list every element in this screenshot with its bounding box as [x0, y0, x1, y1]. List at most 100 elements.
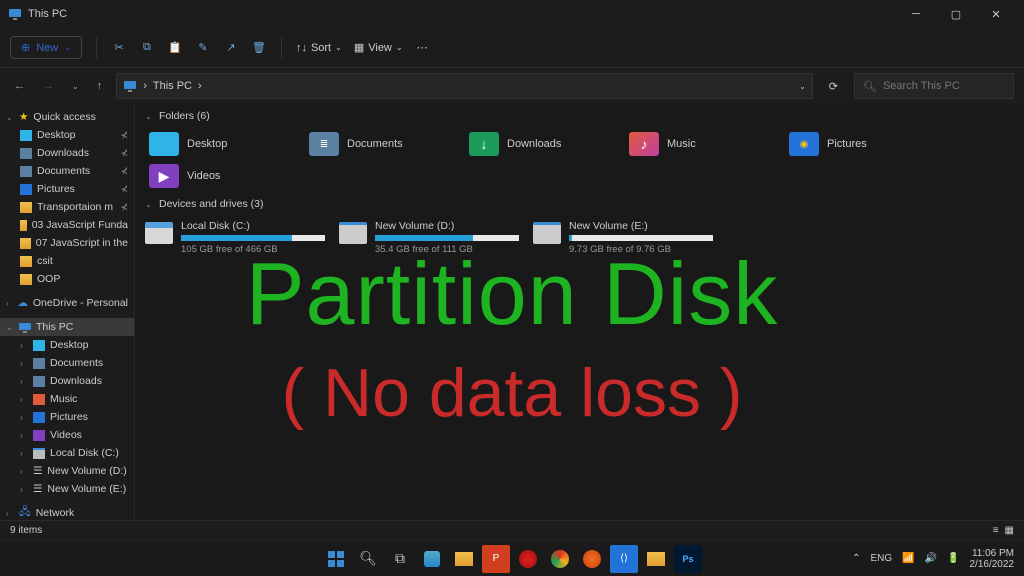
delete-icon[interactable]: 🗑: [251, 41, 267, 54]
sidebar-item-downloads[interactable]: Downloads⊀: [0, 144, 134, 162]
system-tray: ⌃ ENG 📶 🔊 🔋 11:06 PM 2/16/2022: [852, 548, 1024, 570]
sidebar-onedrive[interactable]: ›☁OneDrive - Personal: [0, 294, 134, 312]
search-icon: 🔍︎: [863, 80, 877, 93]
drive-c[interactable]: Local Disk (C:) 105 GB free of 466 GB: [145, 220, 325, 255]
sidebar-item-desktop[interactable]: Desktop⊀: [0, 126, 134, 144]
cut-icon[interactable]: ✂: [111, 41, 127, 54]
search-input[interactable]: 🔍︎ Search This PC: [854, 73, 1014, 99]
close-button[interactable]: ✕: [976, 0, 1016, 28]
window-title: This PC: [28, 8, 67, 20]
sidebar-item-documents[interactable]: Documents⊀: [0, 162, 134, 180]
address-bar: ← → ⌄ ↑ › This PC › ⌄ ⟳ 🔍︎ Search This P…: [0, 68, 1024, 104]
tray-chevron-icon[interactable]: ⌃: [852, 553, 860, 564]
chevron-down-icon[interactable]: ⌄: [799, 82, 806, 91]
explorer-icon[interactable]: [450, 545, 478, 573]
chevron-right-icon: ›: [6, 299, 12, 308]
title-bar: This PC ─ ▢ ✕: [0, 0, 1024, 28]
this-pc-icon: [123, 79, 137, 93]
sidebar-item-pictures[interactable]: ›Pictures: [0, 408, 134, 426]
sidebar-item-pictures[interactable]: Pictures⊀: [0, 180, 134, 198]
chrome-icon[interactable]: [546, 545, 574, 573]
explorer-icon[interactable]: [642, 545, 670, 573]
forward-button[interactable]: →: [39, 78, 58, 94]
search-button[interactable]: 🔍︎: [354, 545, 382, 573]
folder-videos[interactable]: ▶Videos: [145, 160, 305, 192]
rename-icon[interactable]: ✎: [195, 41, 211, 54]
new-button[interactable]: ⊕ New ⌄: [10, 36, 82, 59]
chevron-down-icon: ⌄: [6, 323, 14, 332]
widgets-button[interactable]: [418, 545, 446, 573]
folder-documents[interactable]: ≣Documents: [305, 128, 465, 160]
view-tiles-icon[interactable]: ▦: [1005, 525, 1014, 536]
sort-button[interactable]: ↑↓Sort⌄: [296, 42, 342, 54]
taskbar: 🔍︎ ⧉ P ⟨⟩ Ps ⌃ ENG 📶 🔊 🔋 11:06 PM 2/16/2…: [0, 540, 1024, 576]
cloud-icon: ☁: [17, 297, 28, 309]
sidebar-item-folder[interactable]: 03 JavaScript Funda: [0, 216, 134, 234]
refresh-button[interactable]: ⟳: [823, 78, 844, 95]
volume-icon[interactable]: 🔊: [925, 553, 937, 564]
drive-e[interactable]: New Volume (E:) 9.73 GB free of 9.76 GB: [533, 220, 713, 255]
maximize-button[interactable]: ▢: [936, 0, 976, 28]
powerpoint-icon[interactable]: P: [482, 545, 510, 573]
sidebar: ⌄ ★ Quick access Desktop⊀ Downloads⊀ Doc…: [0, 104, 135, 544]
photoshop-icon[interactable]: Ps: [674, 545, 702, 573]
chevron-down-icon: ⌄: [145, 200, 153, 209]
star-icon: ★: [19, 111, 28, 123]
sidebar-item-folder[interactable]: csit: [0, 252, 134, 270]
sidebar-item-music[interactable]: ›Music: [0, 390, 134, 408]
language-indicator[interactable]: ENG: [870, 553, 892, 564]
back-button[interactable]: ←: [10, 78, 29, 94]
up-button[interactable]: ↑: [93, 78, 107, 94]
folder-desktop[interactable]: Desktop: [145, 128, 305, 160]
sidebar-item-downloads[interactable]: ›Downloads: [0, 372, 134, 390]
drive-icon: ☰: [33, 483, 42, 495]
chevron-down-icon: ⌄: [6, 113, 14, 122]
task-view-button[interactable]: ⧉: [386, 545, 414, 573]
content-pane: ⌄Folders (6) Desktop ≣Documents ↓Downloa…: [135, 104, 1024, 544]
sidebar-item-desktop[interactable]: ›Desktop: [0, 336, 134, 354]
drives-section-header[interactable]: ⌄Devices and drives (3): [135, 192, 1024, 216]
path-input[interactable]: › This PC › ⌄: [116, 73, 813, 99]
sidebar-this-pc[interactable]: ⌄This PC: [0, 318, 134, 336]
recent-button[interactable]: ⌄: [68, 80, 83, 93]
start-button[interactable]: [322, 545, 350, 573]
copy-icon[interactable]: ⧉: [139, 41, 155, 54]
more-button[interactable]: ⋯: [417, 41, 428, 54]
status-bar: 9 items ≡ ▦: [0, 520, 1024, 540]
breadcrumb-item[interactable]: This PC: [153, 80, 192, 92]
chevron-down-icon: ⌄: [145, 112, 153, 121]
minimize-button[interactable]: ─: [896, 0, 936, 28]
wifi-icon[interactable]: 📶: [902, 553, 914, 564]
share-icon[interactable]: ↗: [223, 41, 239, 54]
pin-icon: ⊀: [120, 148, 128, 159]
sidebar-quick-access[interactable]: ⌄ ★ Quick access: [0, 108, 134, 126]
folder-music[interactable]: ♪Music: [625, 128, 785, 160]
vscode-icon[interactable]: ⟨⟩: [610, 545, 638, 573]
sidebar-item-drive-d[interactable]: ›☰New Volume (D:): [0, 462, 134, 480]
pin-icon: ⊀: [120, 202, 128, 213]
sidebar-item-folder[interactable]: OOP: [0, 270, 134, 288]
clock[interactable]: 11:06 PM 2/16/2022: [970, 548, 1015, 570]
this-pc-icon: [19, 322, 31, 333]
pin-icon: ⊀: [120, 130, 128, 141]
drive-d[interactable]: New Volume (D:) 35.4 GB free of 111 GB: [339, 220, 519, 255]
folder-pictures[interactable]: ◉Pictures: [785, 128, 945, 160]
view-details-icon[interactable]: ≡: [993, 525, 999, 536]
folder-downloads[interactable]: ↓Downloads: [465, 128, 625, 160]
sidebar-item-folder[interactable]: 07 JavaScript in the: [0, 234, 134, 252]
view-button[interactable]: ▦View⌄: [354, 41, 403, 54]
plus-icon: ⊕: [21, 41, 30, 54]
firefox-icon[interactable]: [578, 545, 606, 573]
sidebar-item-videos[interactable]: ›Videos: [0, 426, 134, 444]
sidebar-item-folder[interactable]: Transportaion m⊀: [0, 198, 134, 216]
sidebar-item-documents[interactable]: ›Documents: [0, 354, 134, 372]
battery-icon[interactable]: 🔋: [947, 553, 959, 564]
sidebar-item-drive-e[interactable]: ›☰New Volume (E:): [0, 480, 134, 498]
sidebar-item-drive-c[interactable]: ›Local Disk (C:): [0, 444, 134, 462]
paste-icon[interactable]: 📋: [167, 41, 183, 54]
folders-section-header[interactable]: ⌄Folders (6): [135, 104, 1024, 128]
opera-icon[interactable]: [514, 545, 542, 573]
this-pc-icon: [8, 7, 22, 21]
item-count: 9 items: [10, 525, 42, 536]
drive-icon: [339, 222, 367, 244]
